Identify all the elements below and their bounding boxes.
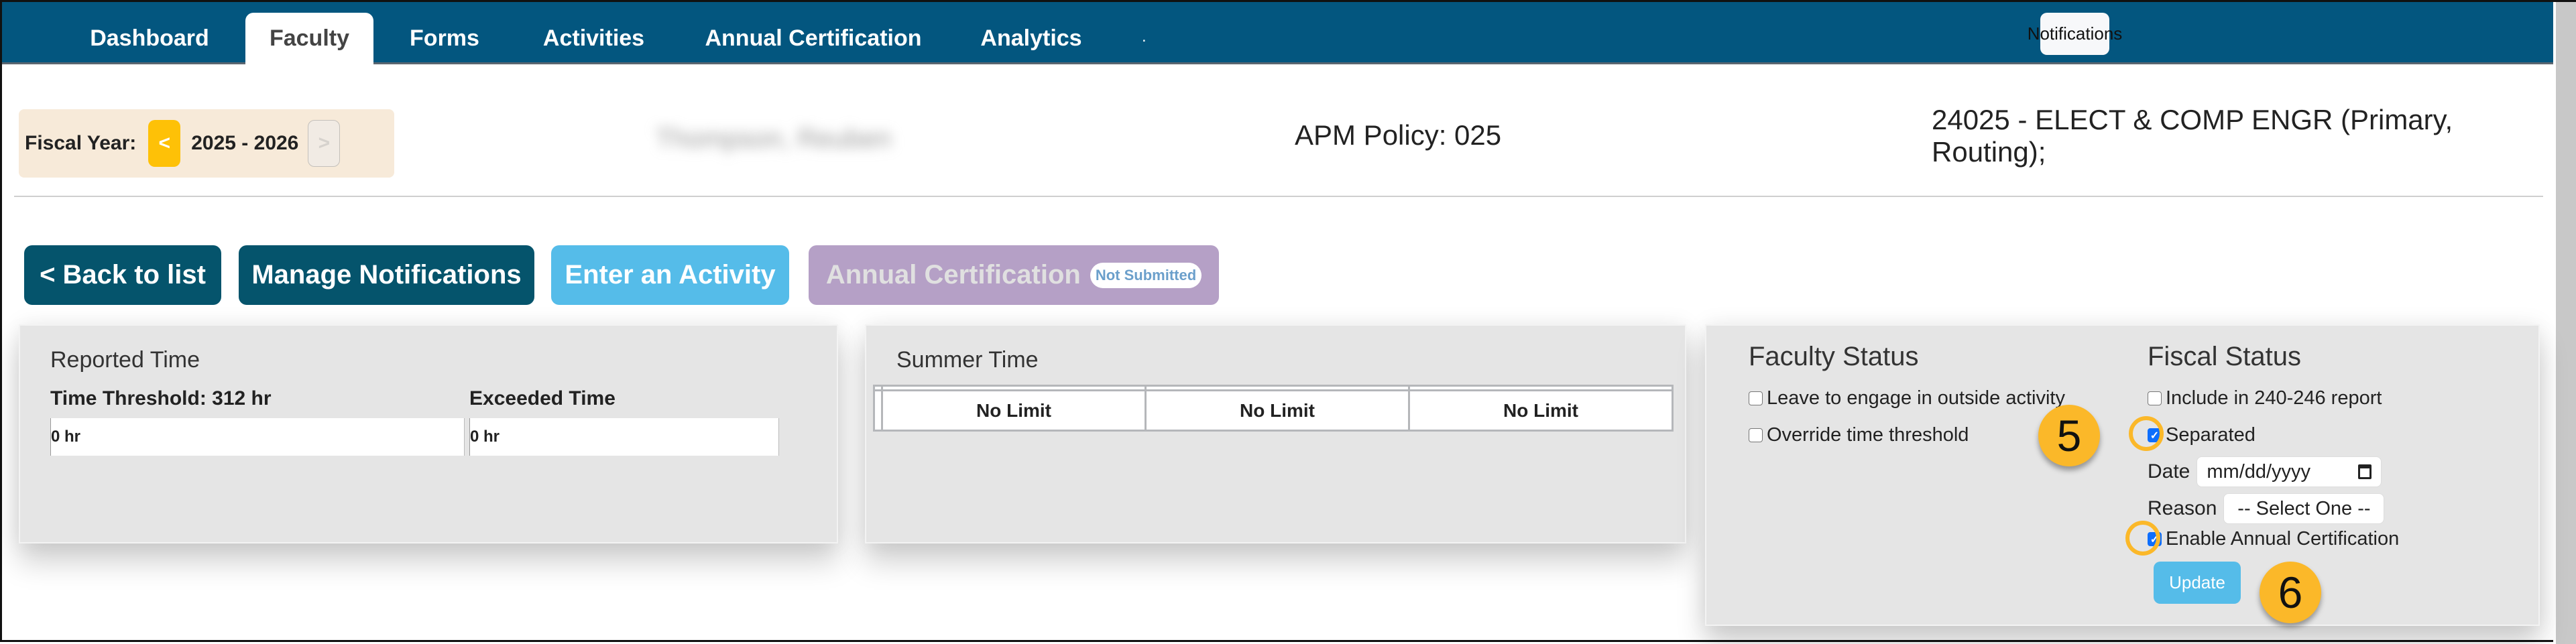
step-6-marker: 6 [2260,562,2321,623]
calendar-icon[interactable] [2358,464,2372,479]
exceeded-time-value: 0 hr [469,418,779,456]
nav-trailing-mark: . [1142,27,1147,46]
manage-notifications-button[interactable]: Manage Notifications [239,245,534,305]
include-report-checkbox[interactable] [2148,391,2162,405]
include-report-option[interactable]: Include in 240-246 report [2148,387,2382,409]
tab-forms[interactable]: Forms [398,13,491,64]
tab-dashboard[interactable]: Dashboard [74,13,225,64]
enable-annual-cert-label: Enable Annual Certification [2166,528,2400,550]
fiscal-year-value: 2025 - 2026 [191,132,299,154]
enter-activity-button[interactable]: Enter an Activity [551,245,789,305]
override-threshold-label: Override time threshold [1767,424,1969,446]
reason-select[interactable]: -- Select One -- [2223,493,2385,524]
annual-certification-label: Annual Certification [825,260,1081,289]
leave-outside-activity-label: Leave to engage in outside activity [1767,387,2065,409]
status-panel: Faculty Status Leave to engage in outsid… [1705,324,2540,626]
reason-label: Reason [2148,497,2217,519]
enable-annual-cert-option[interactable]: ✓ Enable Annual Certification [2148,528,2399,550]
prev-year-button[interactable]: < [148,120,181,167]
table-row: No Limit No Limit No Limit [873,389,1674,432]
table-cell: No Limit [881,389,1147,432]
notifications-button[interactable]: Notifications [2028,13,2122,55]
update-button[interactable]: Update [2154,562,2241,604]
faculty-name: Thompson, Reuben [656,124,892,153]
table-header-cell [873,385,883,391]
page-scrollbar[interactable] [2553,2,2576,644]
top-nav: Dashboard Faculty Forms Activities Annua… [2,2,2555,64]
date-placeholder: mm/dd/yyyy [2207,460,2311,482]
separation-date-row: Date mm/dd/yyyy [2148,456,2382,487]
highlight-ring-separated [2129,416,2164,451]
exceeded-time-label: Exceeded Time [469,387,616,409]
separated-label: Separated [2166,424,2256,446]
status-badge: Not Submitted [1090,262,1202,288]
separation-reason-row: Reason -- Select One -- [2148,493,2385,524]
table-cell [873,389,883,432]
table-header-cell [1145,385,1410,391]
department-info: 24025 - ELECT & COMP ENGR (Primary, Rout… [1932,104,2453,168]
highlight-ring-enable-cert [2125,521,2160,556]
table-header-cell [881,385,1147,391]
separation-date-input[interactable]: mm/dd/yyyy [2197,456,2382,487]
faculty-status-title: Faculty Status [1749,342,1919,371]
summer-time-table: No Limit No Limit No Limit [873,385,1674,432]
tab-activities[interactable]: Activities [518,13,669,64]
leave-outside-activity-option[interactable]: Leave to engage in outside activity [1749,387,2065,409]
tab-faculty[interactable]: Faculty [245,13,373,64]
leave-outside-activity-checkbox[interactable] [1749,391,1763,405]
step-5-marker: 5 [2038,405,2100,466]
override-threshold-checkbox[interactable] [1749,428,1763,442]
reported-time-panel: Reported Time Time Threshold: 312 hr Exc… [19,324,838,543]
reported-time-title: Reported Time [50,347,200,373]
table-header-cell [1408,385,1674,391]
table-cell: No Limit [1408,389,1674,432]
tab-annual-certification[interactable]: Annual Certification [696,13,931,64]
table-header-row [873,385,1674,391]
summer-time-title: Summer Time [896,347,1039,373]
next-year-button[interactable]: > [308,120,341,167]
time-threshold-value: 0 hr [50,418,465,456]
apm-policy: APM Policy: 025 [1295,119,1502,151]
include-report-label: Include in 240-246 report [2166,387,2382,409]
tab-analytics[interactable]: Analytics [961,13,1102,64]
separated-option[interactable]: ✓ Separated [2148,424,2256,446]
fiscal-status-title: Fiscal Status [2148,342,2301,371]
time-threshold-label: Time Threshold: 312 hr [50,387,272,409]
fiscal-year-selector: Fiscal Year: < 2025 - 2026 > [19,109,394,178]
header-divider [14,196,2543,197]
fiscal-year-label: Fiscal Year: [25,132,137,154]
table-cell: No Limit [1145,389,1410,432]
override-threshold-option[interactable]: Override time threshold [1749,424,1969,446]
annual-certification-button[interactable]: Annual Certification Not Submitted [809,245,1219,305]
back-to-list-button[interactable]: < Back to list [24,245,221,305]
date-label: Date [2148,460,2190,482]
summer-time-panel: Summer Time No Limit No Limit No Limit [865,324,1686,543]
